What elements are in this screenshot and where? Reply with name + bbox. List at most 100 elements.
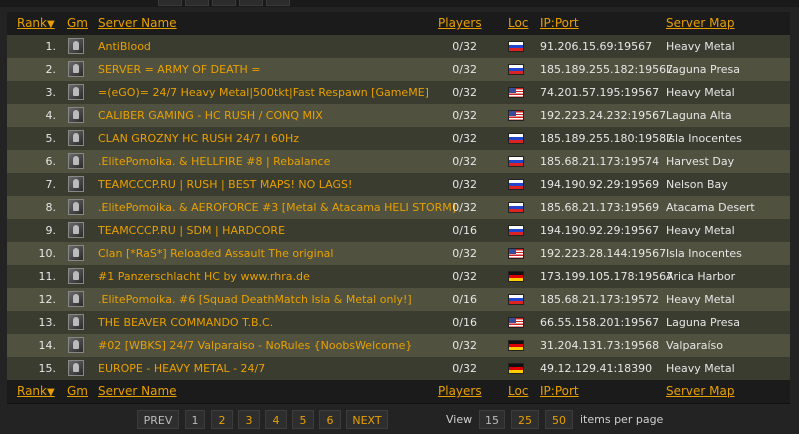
table-row[interactable]: 11. #1 Panzerschlacht HC by www.rhra.de 0/… [7, 265, 790, 288]
prev-button[interactable]: PREV [137, 410, 179, 429]
table-row[interactable]: 6. .ElitePomoika. & HELLFIRE #8 | Rebalan… [7, 150, 790, 173]
server-name-link[interactable]: AntiBlood [98, 35, 151, 58]
per-page-15-button[interactable]: 15 [479, 410, 505, 429]
ip-port-cell: 91.206.15.69:19567 [540, 40, 653, 53]
soldier-avatar-icon [68, 107, 84, 123]
country-flag-icon [508, 41, 524, 52]
server-name-link[interactable]: SERVER = ARMY OF DEATH = [98, 58, 260, 81]
game-icon [68, 38, 84, 54]
ip-port-cell: 49.12.129.41:18390 [540, 362, 653, 375]
flag-ru-icon [508, 64, 524, 75]
server-name-link[interactable]: .ElitePomoika. #6 [Squad DeathMatch Isla… [98, 288, 412, 311]
sort-gm-link[interactable]: Gm [67, 12, 88, 35]
table-row[interactable]: 7. TEAMCCCP.RU | RUSH | BEST MAPS! NO LAG… [7, 173, 790, 196]
page-button-2[interactable]: 2 [211, 410, 233, 429]
server-map-cell: Nelson Bay [666, 178, 728, 191]
game-icon [68, 107, 84, 123]
rank-cell: 5. [45, 132, 57, 145]
page-button-6[interactable]: 6 [319, 410, 341, 429]
table-row[interactable]: 4. CALIBER GAMING - HC RUSH / CONQ MIX 0/3… [7, 104, 790, 127]
per-page-25-button[interactable]: 25 [511, 410, 539, 429]
rank-cell: 13. [38, 316, 57, 329]
server-name-link[interactable]: TEAMCCCP.RU | RUSH | BEST MAPS! NO LAGS! [98, 173, 352, 196]
table-row[interactable]: 9. TEAMCCCP.RU | SDM | HARDCORE 0/16 194.19… [7, 219, 790, 242]
table-row[interactable]: 2. SERVER = ARMY OF DEATH = 0/32 185.189.25… [7, 58, 790, 81]
table-row[interactable]: 13. THE BEAVER COMMANDO T.B.C. 0/16 66.55.1… [7, 311, 790, 334]
rank-cell: 9. [45, 224, 57, 237]
sort-name-link[interactable]: Server Name [98, 12, 177, 35]
per-page-50-button[interactable]: 50 [545, 410, 573, 429]
server-name-link[interactable]: THE BEAVER COMMANDO T.B.C. [98, 311, 273, 334]
table-row[interactable]: 1. AntiBlood 0/32 91.206.15.69:19567 Heavy M… [7, 35, 790, 58]
pagination: PREV 1 2 3 4 5 6 NEXT View 15 25 50 item… [0, 410, 799, 430]
ip-port-cell: 192.223.24.232:19567 [540, 109, 667, 122]
server-name-link[interactable]: =(eGO)= 24/7 Heavy Metal|500tkt|Fast Res… [98, 81, 429, 104]
rank-header-label: Rank [17, 384, 47, 398]
server-name-link[interactable]: #1 Panzerschlacht HC by www.rhra.de [98, 265, 310, 288]
country-flag-icon [508, 225, 524, 236]
server-name-link[interactable]: CALIBER GAMING - HC RUSH / CONQ MIX [98, 104, 323, 127]
sort-players-link[interactable]: Players [438, 380, 482, 403]
sort-rank-link[interactable]: Rank▼ [17, 12, 55, 35]
sort-name-link[interactable]: Server Name [98, 380, 177, 403]
game-icon [68, 153, 84, 169]
table-row[interactable]: 15. EUROPE - HEAVY METAL - 24/7 0/32 49.12.… [7, 357, 790, 380]
ip-port-cell: 173.199.105.178:19567 [540, 270, 674, 283]
table-header: Rank▼ Gm Server Name Players Loc IP:Port… [7, 12, 790, 35]
table-row[interactable]: 14. #02 [WBKS] 24/7 Valparaiso - NoRules … [7, 334, 790, 357]
rank-cell: 3. [45, 86, 57, 99]
sort-map-link[interactable]: Server Map [666, 380, 735, 403]
sort-gm-link[interactable]: Gm [67, 380, 88, 403]
table-row[interactable]: 8. .ElitePomoika. & AEROFORCE #3 [Metal &… [7, 196, 790, 219]
soldier-avatar-icon [68, 337, 84, 353]
server-name-link[interactable]: CLAN GROZNY HC RUSH 24/7 I 60Hz [98, 127, 299, 150]
server-name-link[interactable]: #02 [WBKS] 24/7 Valparaiso - NoRules {No… [98, 334, 412, 357]
page-button-1[interactable]: 1 [185, 410, 205, 429]
country-flag-icon [508, 64, 524, 75]
soldier-avatar-icon [68, 38, 84, 54]
server-name-link[interactable]: .ElitePomoika. & HELLFIRE #8 | Rebalance [98, 150, 330, 173]
ip-port-cell: 185.189.255.182:19567 [540, 63, 674, 76]
page-button-5[interactable]: 5 [292, 410, 314, 429]
server-rows: 1. AntiBlood 0/32 91.206.15.69:19567 Heavy M… [7, 35, 790, 380]
sort-map-link[interactable]: Server Map [666, 12, 735, 35]
ip-port-cell: 194.190.92.29:19569 [540, 178, 660, 191]
server-map-cell: Valparaíso [666, 339, 723, 352]
flag-de-icon [508, 271, 524, 282]
view-label: View [446, 413, 473, 426]
country-flag-icon [508, 156, 524, 167]
server-name-link[interactable]: .ElitePomoika. & AEROFORCE #3 [Metal & A… [98, 196, 456, 219]
server-name-link[interactable]: Clan [*RaS*] Reloaded Assault The origin… [98, 242, 333, 265]
rank-cell: 1. [45, 40, 57, 53]
sort-players-link[interactable]: Players [438, 12, 482, 35]
next-button[interactable]: NEXT [346, 410, 388, 429]
flag-us-icon [508, 248, 524, 259]
sort-rank-link[interactable]: Rank▼ [17, 380, 55, 403]
country-flag-icon [508, 363, 524, 374]
table-row[interactable]: 10. Clan [*RaS*] Reloaded Assault The ori… [7, 242, 790, 265]
table-row[interactable]: 5. CLAN GROZNY HC RUSH 24/7 I 60Hz 0/32 185… [7, 127, 790, 150]
rank-cell: 12. [38, 293, 57, 306]
players-cell: 0/32 [452, 155, 477, 168]
sort-ip-link[interactable]: IP:Port [540, 380, 579, 403]
sort-ip-link[interactable]: IP:Port [540, 12, 579, 35]
top-stub [158, 0, 182, 6]
flag-us-icon [508, 87, 524, 98]
server-name-link[interactable]: TEAMCCCP.RU | SDM | HARDCORE [98, 219, 285, 242]
game-icon [68, 360, 84, 376]
soldier-avatar-icon [68, 61, 84, 77]
flag-ru-icon [508, 156, 524, 167]
table-row[interactable]: 12. .ElitePomoika. #6 [Squad DeathMatch I… [7, 288, 790, 311]
country-flag-icon [508, 179, 524, 190]
players-cell: 0/32 [452, 63, 477, 76]
sort-loc-link[interactable]: Loc [508, 380, 528, 403]
server-name-link[interactable]: EUROPE - HEAVY METAL - 24/7 [98, 357, 265, 380]
page-button-3[interactable]: 3 [238, 410, 260, 429]
players-cell: 0/32 [452, 86, 477, 99]
players-cell: 0/32 [452, 201, 477, 214]
sort-loc-link[interactable]: Loc [508, 12, 528, 35]
page-button-4[interactable]: 4 [265, 410, 287, 429]
table-row[interactable]: 3. =(eGO)= 24/7 Heavy Metal|500tkt|Fast R… [7, 81, 790, 104]
flag-ru-icon [508, 225, 524, 236]
rank-cell: 8. [45, 201, 57, 214]
